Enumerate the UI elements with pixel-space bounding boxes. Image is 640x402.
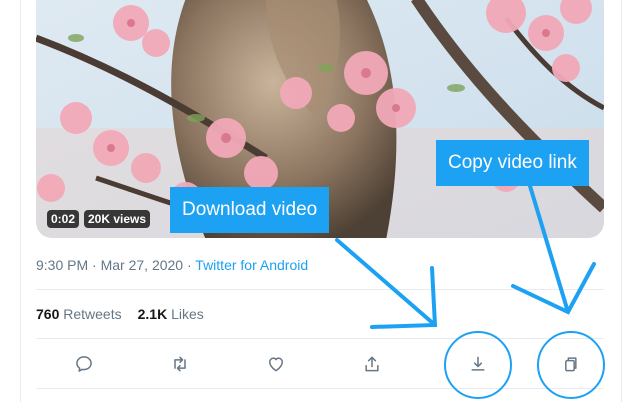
- tweet-stats: 760 Retweets 2.1K Likes: [36, 306, 204, 322]
- like-button[interactable]: [262, 350, 290, 378]
- download-video-callout: Download video: [170, 187, 330, 233]
- meta-separator: ·: [88, 257, 101, 273]
- copy-highlight-circle: [537, 331, 605, 399]
- share-button[interactable]: [358, 350, 386, 378]
- video-views-badge: 20K views: [84, 210, 151, 228]
- tweet-time: 9:30 PM: [36, 257, 89, 273]
- reply-icon: [76, 356, 92, 372]
- tweet-source-link[interactable]: Twitter for Android: [195, 257, 308, 273]
- divider: [36, 338, 604, 339]
- likes-stat[interactable]: 2.1K Likes: [138, 306, 204, 322]
- tweet-meta: 9:30 PM · Mar 27, 2020 · Twitter for And…: [36, 257, 308, 273]
- download-highlight-circle: [444, 331, 512, 399]
- reply-button[interactable]: [70, 350, 98, 378]
- retweets-stat[interactable]: 760 Retweets: [36, 306, 122, 322]
- tweet-date[interactable]: Mar 27, 2020: [101, 257, 184, 273]
- retweet-button[interactable]: [166, 350, 194, 378]
- meta-separator: ·: [183, 257, 196, 273]
- likes-label: Likes: [171, 306, 204, 322]
- retweet-icon: [174, 356, 186, 372]
- retweets-label: Retweets: [63, 306, 122, 322]
- copy-video-link-callout: Copy video link: [436, 140, 589, 186]
- likes-count: 2.1K: [137, 306, 168, 322]
- divider: [36, 388, 604, 389]
- divider: [36, 289, 604, 290]
- share-icon: [365, 356, 379, 372]
- retweets-count: 760: [36, 306, 60, 322]
- heart-icon: [269, 357, 283, 372]
- video-duration-badge: 0:02: [47, 210, 80, 228]
